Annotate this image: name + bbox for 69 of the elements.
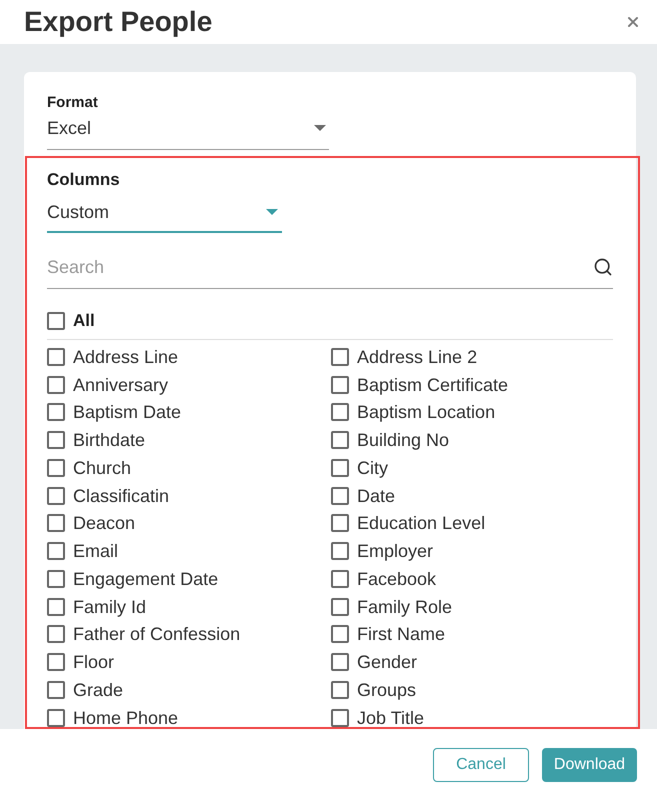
search-icon	[593, 257, 613, 277]
checkbox[interactable]	[331, 431, 349, 450]
checkbox[interactable]	[331, 376, 349, 394]
checkbox[interactable]	[47, 348, 65, 366]
checkbox[interactable]	[331, 458, 349, 477]
checkbox[interactable]	[47, 625, 65, 644]
checkbox[interactable]	[47, 680, 65, 699]
checkbox[interactable]	[47, 431, 65, 450]
option-label: Email	[73, 541, 118, 562]
checkbox[interactable]	[331, 625, 349, 644]
checkbox[interactable]	[331, 653, 349, 672]
option-label: Home Phone	[73, 708, 178, 727]
close-icon	[625, 14, 641, 30]
checkbox[interactable]	[331, 570, 349, 588]
checkbox[interactable]	[331, 514, 349, 532]
checkbox[interactable]	[331, 598, 349, 616]
option-label: Address Line 2	[357, 346, 478, 367]
option-label: City	[357, 458, 388, 478]
option-label: Grade	[73, 680, 124, 700]
option-label: Education Level	[357, 513, 486, 534]
option-label: Baptism Location	[357, 402, 496, 422]
checkbox[interactable]	[331, 348, 349, 366]
option-label: Birthdate	[73, 430, 146, 450]
checkbox[interactable]	[47, 376, 65, 394]
checkbox[interactable]	[47, 514, 65, 532]
checkbox[interactable]	[47, 403, 65, 422]
checkbox[interactable]	[47, 312, 65, 330]
option-label: Church	[73, 458, 132, 478]
all-label: All	[73, 311, 95, 331]
option-label: Deacon	[73, 513, 136, 534]
checkbox[interactable]	[331, 542, 349, 560]
option-label: Father of Confession	[73, 624, 240, 644]
option-label: Facebook	[357, 568, 436, 589]
option-label: Classificatin	[73, 486, 170, 506]
checkbox[interactable]	[47, 542, 65, 560]
option-label: Baptism Certificate	[357, 374, 508, 395]
checkbox[interactable]	[331, 680, 349, 699]
format-label: Format	[47, 94, 99, 112]
option-label: Date	[357, 486, 396, 506]
option-label: First Name	[357, 624, 446, 644]
close-button[interactable]	[625, 14, 641, 30]
option-label: Groups	[357, 680, 416, 700]
search-field[interactable]: Search	[47, 246, 613, 289]
option-label: Family Id	[73, 596, 146, 617]
checkbox[interactable]	[47, 653, 65, 672]
columns-select[interactable]: Custom	[47, 193, 282, 233]
checkbox[interactable]	[331, 486, 349, 505]
caret-icon	[266, 209, 278, 215]
checkbox[interactable]	[47, 598, 65, 616]
columns-label: Columns	[47, 170, 121, 190]
checkbox[interactable]	[47, 570, 65, 588]
option-label: Engagement Date	[73, 568, 218, 589]
option-label: Employer	[357, 541, 434, 562]
checkbox[interactable]	[47, 486, 65, 505]
caret-icon	[314, 125, 326, 131]
option-label: Anniversary	[73, 374, 168, 395]
option-label: Building No	[357, 430, 450, 450]
checkbox[interactable]	[331, 708, 349, 727]
option-label: Job Title	[357, 708, 424, 727]
checkbox[interactable]	[331, 403, 349, 422]
format-select[interactable]: Excel	[47, 112, 329, 150]
option-label: Address Line	[73, 346, 178, 367]
option-label: Family Role	[357, 596, 452, 617]
checkbox[interactable]	[47, 708, 65, 727]
option-label: Gender	[357, 652, 418, 672]
option-label: Floor	[73, 652, 114, 672]
dialog-title: Export People	[24, 6, 212, 38]
option-label: Baptism Date	[73, 402, 182, 422]
checkbox[interactable]	[47, 458, 65, 477]
